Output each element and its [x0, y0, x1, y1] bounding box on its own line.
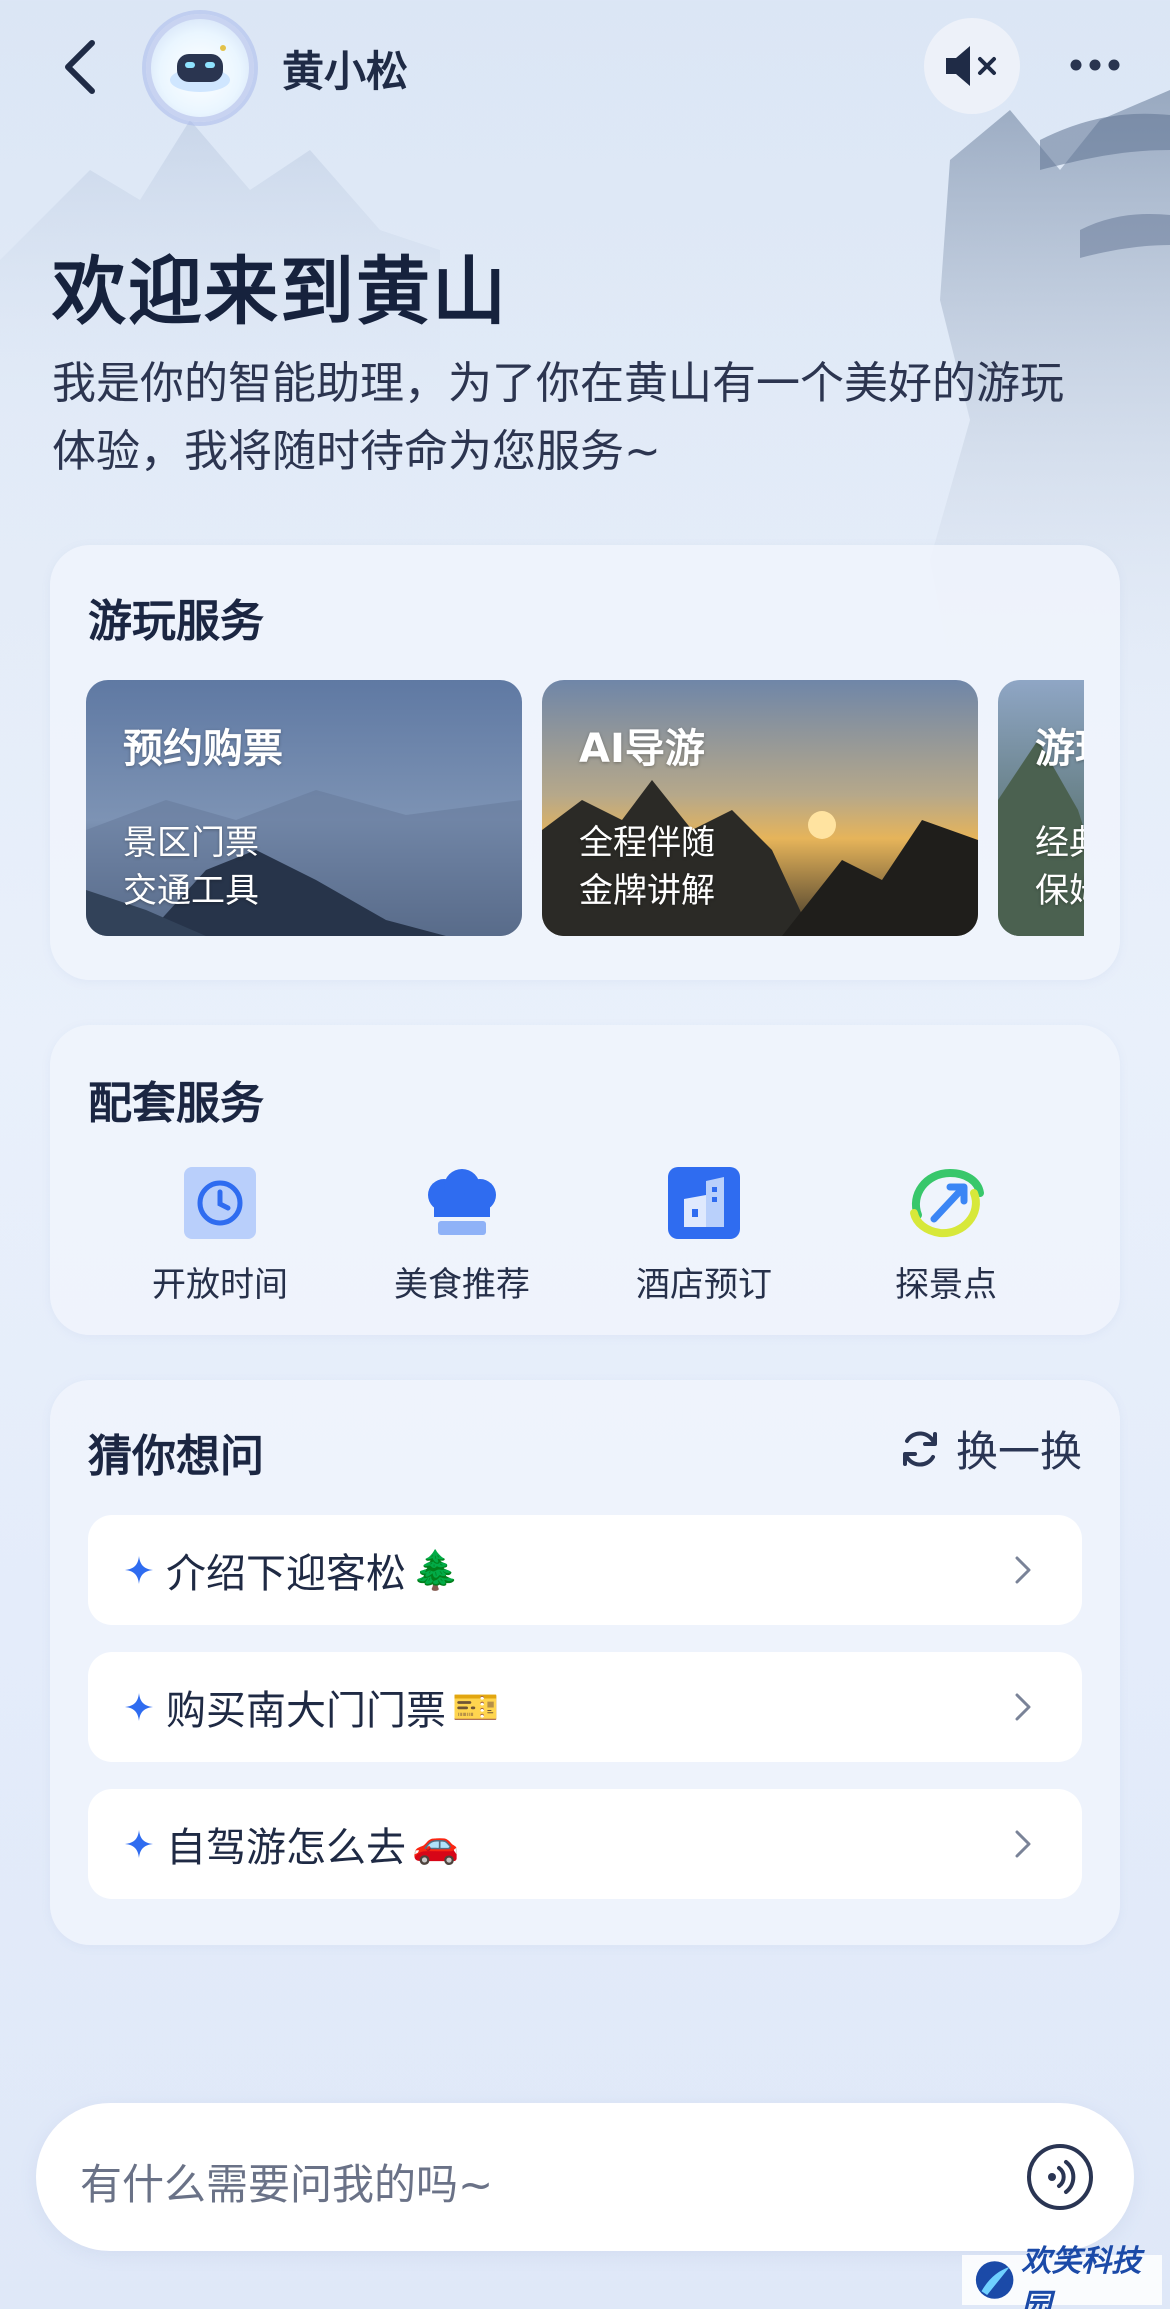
- tile-line: 金牌讲解: [579, 871, 715, 911]
- sparkle-icon: [125, 1693, 153, 1721]
- question-text: 购买南大门门票: [166, 1688, 446, 1734]
- question-text: 介绍下迎客松: [166, 1551, 406, 1597]
- chevron-right-icon: [1015, 1556, 1031, 1584]
- service-label: 探景点: [895, 1265, 997, 1305]
- welcome-description: 我是你的智能助理，为了你在黄山有一个美好的游玩体验，我将随时待命为您服务~: [52, 358, 1064, 477]
- bot-name: 黄小松: [282, 47, 409, 96]
- sparkle-icon: [125, 1830, 153, 1858]
- play-services-title: 游玩服务: [88, 596, 264, 647]
- service-hotel[interactable]: 酒店预订: [604, 1163, 804, 1306]
- hotel-icon: [664, 1163, 744, 1243]
- avatar[interactable]: [146, 14, 254, 122]
- chef-hat-icon: [422, 1163, 502, 1243]
- more-options-button[interactable]: [1060, 30, 1130, 100]
- service-opening-hours[interactable]: 开放时间: [120, 1163, 320, 1306]
- support-services-card: 配套服务 开放时间 美食推荐 酒店预订 探景点: [50, 1025, 1120, 1335]
- service-label: 酒店预订: [636, 1265, 772, 1305]
- tile-tour[interactable]: 游玩 经典 保姆: [998, 680, 1084, 936]
- service-explore[interactable]: 探景点: [846, 1163, 1046, 1306]
- play-services-carousel[interactable]: 预约购票 景区门票 交通工具 AI导游 全程伴随 金牌讲解 游 经 保: [86, 680, 1084, 936]
- car-emoji-icon: 🚗: [412, 1821, 460, 1866]
- tile-line: 经典: [1035, 823, 1084, 863]
- chat-input-placeholder: 有什么需要问我的吗~: [80, 2160, 494, 2209]
- play-services-card: 游玩服务 预约购票 景区门票 交通工具 AI导游 全程伴随 金牌讲解 游 经 保: [50, 545, 1120, 980]
- service-label: 美食推荐: [394, 1265, 530, 1305]
- guess-title: 猜你想问: [88, 1431, 264, 1482]
- chevron-right-icon: [1015, 1830, 1031, 1858]
- tile-line: 景区门票: [123, 823, 259, 863]
- chevron-left-icon: [65, 40, 95, 94]
- service-label: 开放时间: [152, 1265, 288, 1305]
- welcome-title: 欢迎来到黄山: [52, 249, 508, 335]
- robot-icon: [170, 45, 230, 92]
- mute-button[interactable]: [924, 18, 1020, 114]
- service-food[interactable]: 美食推荐: [362, 1163, 562, 1306]
- tile-line: 交通工具: [123, 871, 259, 911]
- speaker-muted-icon: [946, 46, 996, 86]
- watermark: 欢笑科技园: [962, 2244, 1162, 2309]
- support-services-title: 配套服务: [88, 1078, 264, 1129]
- refresh-label: 换一换: [955, 1427, 1082, 1476]
- refresh-button[interactable]: 换一换: [898, 1418, 1082, 1479]
- sparkle-icon: [125, 1556, 153, 1584]
- tile-title: AI导游: [579, 726, 705, 772]
- tile-line: 保姆: [1035, 871, 1084, 911]
- tile-ai-guide[interactable]: AI导游 全程伴随 金牌讲解: [542, 680, 978, 936]
- question-item[interactable]: 购买南大门门票 🎫: [88, 1652, 1082, 1762]
- chat-input-bar[interactable]: 有什么需要问我的吗~: [36, 2103, 1134, 2251]
- more-dots-icon: [1070, 59, 1120, 71]
- back-button[interactable]: [50, 32, 110, 102]
- refresh-icon: [902, 1430, 937, 1467]
- tile-title: 游玩: [1035, 726, 1084, 772]
- question-item[interactable]: 介绍下迎客松 🌲: [88, 1515, 1082, 1625]
- clock-icon: [180, 1163, 260, 1243]
- ticket-emoji-icon: 🎫: [452, 1684, 500, 1729]
- tile-title: 预约购票: [123, 726, 283, 772]
- question-text: 自驾游怎么去: [166, 1825, 406, 1871]
- question-item[interactable]: 自驾游怎么去 🚗: [88, 1789, 1082, 1899]
- explore-icon: [906, 1163, 986, 1243]
- tree-emoji-icon: 🌲: [412, 1547, 460, 1592]
- tile-line: 全程伴随: [579, 823, 715, 863]
- watermark-text: 欢笑科技园: [1021, 2244, 1142, 2309]
- chevron-right-icon: [1015, 1693, 1031, 1721]
- guess-questions-card: 猜你想问 换一换 介绍下迎客松 🌲 购买南大门门票 🎫 自驾游怎么去 🚗: [50, 1380, 1120, 1945]
- tile-ticket-booking[interactable]: 预约购票 景区门票 交通工具: [86, 680, 522, 936]
- watermark-logo-icon: [975, 2261, 1014, 2299]
- voice-input-icon[interactable]: [1026, 2143, 1094, 2211]
